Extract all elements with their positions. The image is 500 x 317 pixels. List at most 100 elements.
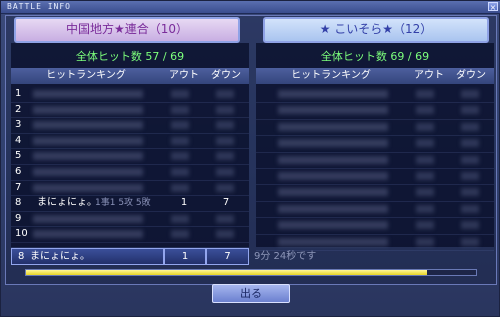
blurred-name <box>278 204 388 213</box>
player-record: 1事1 5攻 5敗 <box>95 198 151 209</box>
down-column-label: ダウン <box>456 70 486 81</box>
blurred-down <box>216 105 234 114</box>
list-item[interactable]: 8 まにょにょ。 1事1 5攻 5敗 1 7 <box>11 196 249 212</box>
list-item[interactable]: 5 <box>11 149 249 165</box>
blurred-down <box>461 155 479 164</box>
list-item[interactable] <box>256 87 494 104</box>
list-item[interactable]: 7 <box>11 181 249 197</box>
blurred-out <box>416 155 434 164</box>
blurred-out <box>171 121 189 130</box>
right-hit-count: 全体ヒット数 69 / 69 <box>320 50 430 63</box>
title-bar[interactable]: BATTLE INFO × <box>1 1 500 14</box>
blurred-out <box>171 214 189 223</box>
blurred-out <box>171 90 189 98</box>
blurred-out <box>171 105 189 114</box>
blurred-down <box>461 122 479 131</box>
close-button[interactable]: × <box>488 2 498 12</box>
selected-player-row[interactable]: 8 まにょにょ。 <box>11 248 164 265</box>
blurred-out <box>416 237 434 246</box>
selected-rank: 8 <box>18 251 25 262</box>
blurred-down <box>461 90 479 98</box>
blurred-out <box>416 171 434 180</box>
right-team-header: ★ こいそら★（12） <box>263 17 489 43</box>
left-team-header: 中国地方★連合（10） <box>14 17 240 43</box>
timer-text: 9分 24秒です <box>254 251 317 262</box>
remaining-time: 9分 24秒です <box>252 248 488 265</box>
selected-name: まにょにょ。 <box>30 251 90 262</box>
player-name: まにょにょ。 <box>37 197 97 209</box>
rank-number: 7 <box>15 181 22 193</box>
list-item[interactable] <box>256 136 494 153</box>
blurred-name <box>33 152 143 161</box>
blurred-out <box>416 122 434 131</box>
blurred-name <box>278 171 388 180</box>
blurred-name <box>278 188 388 197</box>
list-item[interactable]: 2 <box>11 103 249 119</box>
rank-number: 8 <box>15 197 22 209</box>
blurred-down <box>216 214 234 223</box>
blurred-out <box>416 188 434 197</box>
list-item[interactable] <box>256 218 494 235</box>
out-column-label: アウト <box>414 70 444 81</box>
blurred-out <box>416 106 434 115</box>
rank-number: 6 <box>15 165 22 177</box>
rank-number: 10 <box>15 228 28 240</box>
list-item[interactable]: 10 <box>11 227 249 243</box>
list-item[interactable] <box>256 202 494 219</box>
blurred-down <box>461 106 479 115</box>
left-ranking-list[interactable]: 1 2 3 4 5 6 7 8 まにょにょ。 1事1 5攻 5敗 1 7 9 10 <box>11 87 249 243</box>
blurred-name <box>33 214 143 223</box>
blurred-down <box>216 230 234 239</box>
blurred-name <box>33 136 143 145</box>
blurred-down <box>461 139 479 148</box>
list-item[interactable]: 1 <box>11 87 249 103</box>
left-hit-count: 全体ヒット数 57 / 69 <box>75 50 185 63</box>
list-item[interactable] <box>256 153 494 169</box>
blurred-name <box>33 90 143 98</box>
list-item[interactable] <box>256 169 494 186</box>
blurred-out <box>171 167 189 176</box>
blurred-out <box>416 204 434 213</box>
blurred-down <box>461 171 479 180</box>
out-value: 1 <box>180 197 188 209</box>
blurred-name <box>278 139 388 148</box>
blurred-out <box>416 221 434 230</box>
rank-number: 9 <box>15 212 22 224</box>
list-item[interactable]: 9 <box>11 212 249 228</box>
blurred-out <box>171 152 189 161</box>
selected-out: 1 <box>164 248 206 265</box>
blurred-down <box>216 183 234 192</box>
right-ranking-list[interactable] <box>256 87 494 251</box>
blurred-name <box>278 155 388 164</box>
blurred-out <box>416 139 434 148</box>
time-progress-fill <box>26 270 427 275</box>
list-item[interactable]: 3 <box>11 118 249 134</box>
rank-number: 4 <box>15 134 22 146</box>
blurred-name <box>33 230 143 239</box>
blurred-down <box>216 121 234 130</box>
blurred-name <box>278 90 388 98</box>
list-item[interactable]: 4 <box>11 134 249 150</box>
out-column-label: アウト <box>169 70 199 81</box>
blurred-name <box>278 106 388 115</box>
blurred-down <box>461 204 479 213</box>
blurred-down <box>216 167 234 176</box>
rank-number: 2 <box>15 103 22 115</box>
list-item[interactable] <box>256 185 494 202</box>
blurred-name <box>33 167 143 176</box>
window-title: BATTLE INFO <box>7 2 71 11</box>
blurred-down <box>461 237 479 246</box>
rank-column-label: ヒットランキング <box>46 70 126 81</box>
blurred-name <box>278 122 388 131</box>
blurred-down <box>216 90 234 98</box>
down-column-label: ダウン <box>211 70 241 81</box>
list-item[interactable] <box>256 103 494 120</box>
left-team-panel: 全体ヒット数 57 / 69 ヒットランキング アウト ダウン 1 2 3 4 … <box>11 43 249 247</box>
blurred-down <box>216 136 234 145</box>
right-team-panel: 全体ヒット数 69 / 69 ヒットランキング アウト ダウン <box>256 43 494 251</box>
blurred-down <box>216 152 234 161</box>
list-item[interactable] <box>256 120 494 137</box>
rank-number: 3 <box>15 119 22 131</box>
list-item[interactable]: 6 <box>11 165 249 181</box>
exit-button[interactable]: 出る <box>212 284 290 303</box>
